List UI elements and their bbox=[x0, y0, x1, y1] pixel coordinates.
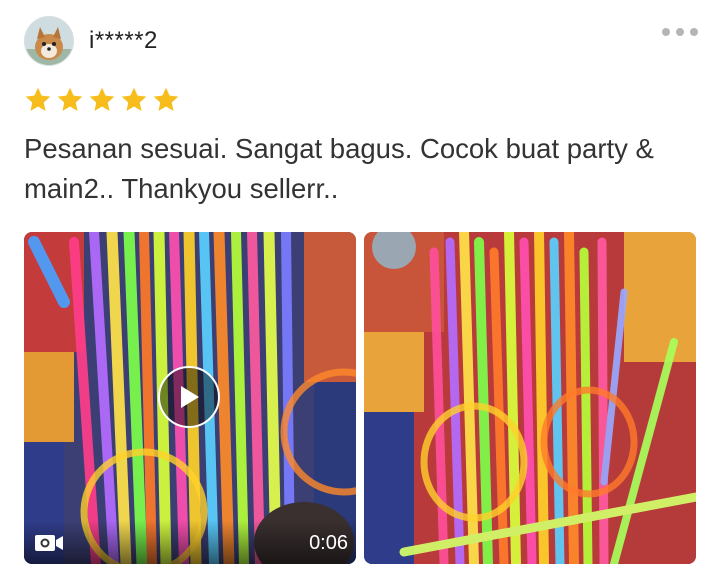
star-icon bbox=[57, 87, 83, 111]
review-video-thumbnail[interactable]: 0:06 bbox=[24, 232, 356, 564]
review-photo-thumbnail[interactable] bbox=[364, 232, 696, 564]
play-button[interactable] bbox=[158, 366, 220, 428]
star-icon bbox=[153, 87, 179, 111]
reviewer-avatar[interactable] bbox=[24, 16, 74, 66]
video-info-bar: 0:06 bbox=[24, 520, 356, 564]
star-icon bbox=[121, 87, 147, 111]
video-duration: 0:06 bbox=[309, 532, 348, 554]
video-camera-icon bbox=[35, 535, 63, 551]
rating-stars bbox=[24, 86, 180, 114]
dog-avatar-icon bbox=[25, 17, 73, 65]
dot-icon bbox=[662, 28, 670, 36]
star-icon bbox=[25, 87, 51, 111]
glow-sticks-photo bbox=[364, 232, 696, 564]
star-icon bbox=[89, 87, 115, 111]
review-text: Pesanan sesuai. Sangat bagus. Cocok buat… bbox=[24, 133, 654, 204]
dot-icon bbox=[690, 28, 698, 36]
reviewer-username[interactable]: i*****2 bbox=[89, 27, 158, 55]
dot-icon bbox=[676, 28, 684, 36]
play-icon bbox=[181, 386, 199, 408]
more-options-button[interactable] bbox=[662, 20, 698, 44]
